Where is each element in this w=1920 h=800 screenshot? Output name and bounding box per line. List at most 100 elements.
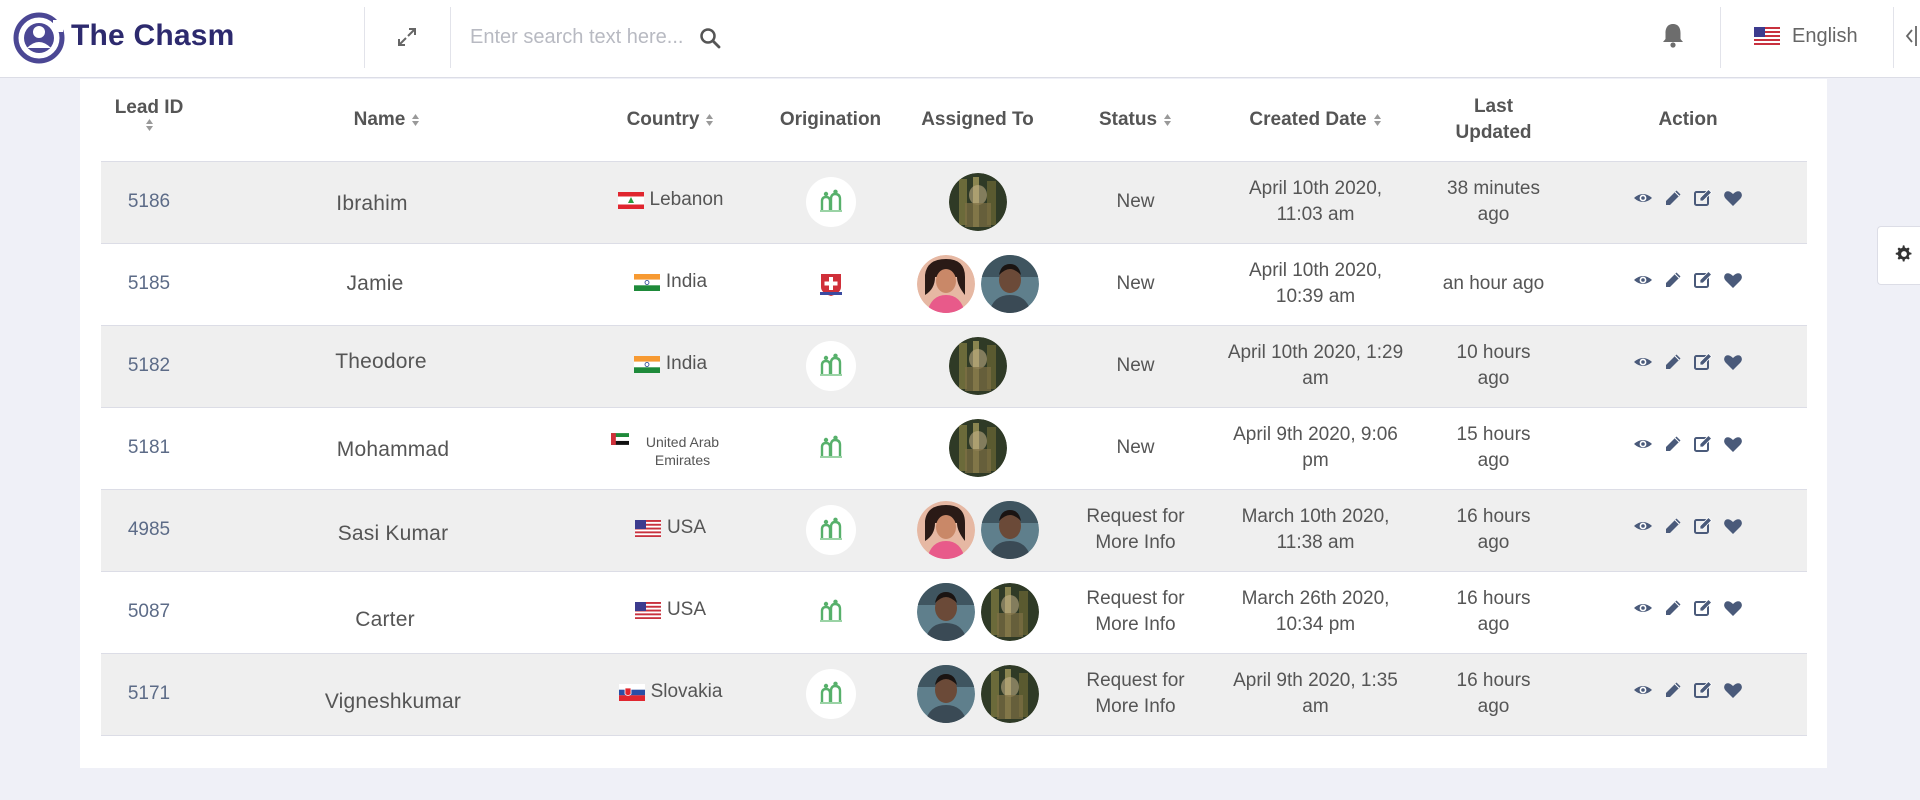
view-icon[interactable] <box>1633 270 1653 290</box>
heart-icon[interactable] <box>1723 434 1743 454</box>
lead-name[interactable]: Theodore <box>335 350 427 373</box>
table-row[interactable]: 5087 Carter USA Request for More Info March… <box>101 571 1807 653</box>
pencil-icon[interactable] <box>1663 516 1683 536</box>
pencil-icon[interactable] <box>1663 352 1683 372</box>
avatar[interactable] <box>948 173 1007 231</box>
lead-id-cell[interactable]: 5181 <box>101 407 197 489</box>
web-source-icon <box>819 189 842 212</box>
avatar[interactable] <box>948 419 1007 477</box>
sort-icon[interactable] <box>705 112 714 128</box>
bell-icon[interactable] <box>1658 20 1688 50</box>
chasm-logo-icon[interactable] <box>13 10 65 66</box>
avatar[interactable] <box>916 583 975 641</box>
view-icon[interactable] <box>1633 352 1653 372</box>
table-row[interactable]: 5185 Jamie India New April 10th 2020, 10:39… <box>101 243 1807 325</box>
view-icon[interactable] <box>1633 188 1653 208</box>
assigned-cell <box>897 243 1058 325</box>
column-header[interactable]: Created Date <box>1213 79 1418 161</box>
lead-name[interactable]: Ibrahim <box>336 192 407 215</box>
edit-icon[interactable] <box>1693 352 1713 372</box>
country-name: Slovakia <box>650 681 723 703</box>
table-row[interactable]: 5171 Vigneshkumar Slovakia Request for Mor… <box>101 653 1807 735</box>
edit-icon[interactable] <box>1693 680 1713 700</box>
lead-name[interactable]: Jamie <box>346 272 403 295</box>
created-date-cell: April 9th 2020, 9:06 pm <box>1233 424 1398 471</box>
last-updated-cell: 16 hours ago <box>1456 506 1531 553</box>
edit-icon[interactable] <box>1693 516 1713 536</box>
heart-icon[interactable] <box>1723 270 1743 290</box>
table-header: Lead ID Name Country Origination Assigned To… <box>101 79 1807 161</box>
pencil-icon[interactable] <box>1663 188 1683 208</box>
edit-icon[interactable] <box>1693 188 1713 208</box>
edit-icon[interactable] <box>1693 598 1713 618</box>
brand-name[interactable]: The Chasm <box>71 19 235 53</box>
lead-name[interactable]: Vigneshkumar <box>325 690 461 713</box>
avatar[interactable] <box>980 255 1039 313</box>
heart-icon[interactable] <box>1723 188 1743 208</box>
search-input[interactable] <box>470 21 690 53</box>
avatar[interactable] <box>916 501 975 559</box>
avatar[interactable] <box>980 665 1039 723</box>
web-source-icon <box>819 599 842 622</box>
language-selector[interactable]: English <box>1754 20 1858 52</box>
view-icon[interactable] <box>1633 516 1653 536</box>
usa-flag-icon <box>634 519 661 537</box>
lead-id-cell[interactable]: 5186 <box>101 161 197 243</box>
sort-icon[interactable] <box>1373 112 1382 128</box>
fullscreen-icon[interactable] <box>394 24 420 50</box>
lead-id-cell[interactable]: 5185 <box>101 243 197 325</box>
sort-icon[interactable] <box>411 112 420 128</box>
table-row[interactable]: 5182 Theodore India New April 10th 2020, 1:… <box>101 325 1807 407</box>
table-row[interactable]: 4985 Sasi Kumar USA Request for More Info M… <box>101 489 1807 571</box>
avatar[interactable] <box>980 583 1039 641</box>
last-updated-cell: 16 hours ago <box>1456 588 1531 635</box>
view-icon[interactable] <box>1633 680 1653 700</box>
table-row[interactable]: 5186 Ibrahim Lebanon New April 10th 2020, 1… <box>101 161 1807 243</box>
edit-icon[interactable] <box>1693 434 1713 454</box>
lead-name[interactable]: Sasi Kumar <box>338 522 449 545</box>
view-icon[interactable] <box>1633 434 1653 454</box>
heart-icon[interactable] <box>1723 516 1743 536</box>
origination-cell <box>764 407 897 489</box>
pencil-icon[interactable] <box>1663 598 1683 618</box>
view-icon[interactable] <box>1633 598 1653 618</box>
pencil-icon[interactable] <box>1663 434 1683 454</box>
action-cell <box>1569 243 1807 325</box>
column-header[interactable]: Lead ID <box>101 79 197 161</box>
status-cell: Request for More Info <box>1086 670 1185 717</box>
edit-icon[interactable] <box>1693 270 1713 290</box>
web-source-icon <box>819 517 842 540</box>
pencil-icon[interactable] <box>1663 270 1683 290</box>
heart-icon[interactable] <box>1723 598 1743 618</box>
heart-icon[interactable] <box>1723 680 1743 700</box>
origination-badge <box>806 587 856 637</box>
chevron-left-icon[interactable] <box>1903 20 1920 52</box>
lead-id-cell[interactable]: 5171 <box>101 653 197 735</box>
column-header[interactable]: Name <box>197 79 577 161</box>
avatar[interactable] <box>980 501 1039 559</box>
status-cell: New <box>1116 355 1155 376</box>
name-cell: Jamie <box>197 243 577 325</box>
status-cell: New <box>1116 273 1155 294</box>
lead-id-cell[interactable]: 5182 <box>101 325 197 407</box>
assignee-list <box>948 173 1007 231</box>
avatar[interactable] <box>916 255 975 313</box>
avatar[interactable] <box>916 665 975 723</box>
sort-icon[interactable] <box>145 117 154 133</box>
heart-icon[interactable] <box>1723 352 1743 372</box>
pencil-icon[interactable] <box>1663 680 1683 700</box>
avatar[interactable] <box>948 337 1007 395</box>
column-header[interactable]: Status <box>1058 79 1213 161</box>
lead-name[interactable]: Carter <box>355 608 415 631</box>
lead-id-cell[interactable]: 5087 <box>101 571 197 653</box>
sort-icon[interactable] <box>1163 112 1172 128</box>
lead-id-cell[interactable]: 4985 <box>101 489 197 571</box>
row-actions <box>1633 680 1743 700</box>
column-header: Last Updated <box>1418 79 1569 161</box>
search-icon[interactable] <box>698 26 722 50</box>
settings-tab[interactable] <box>1877 226 1920 285</box>
column-header[interactable]: Country <box>577 79 764 161</box>
lead-name[interactable]: Mohammad <box>337 438 449 461</box>
table-row[interactable]: 5181 Mohammad United Arab Emirates New Apri… <box>101 407 1807 489</box>
country-name: USA <box>666 599 707 621</box>
